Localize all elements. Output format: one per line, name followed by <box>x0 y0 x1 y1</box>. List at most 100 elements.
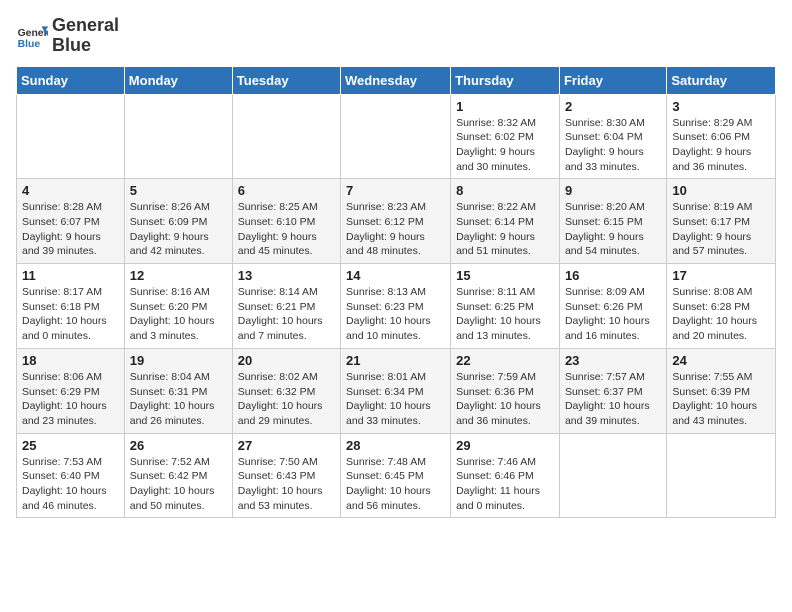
day-number: 8 <box>456 183 554 198</box>
day-info: Sunrise: 8:08 AM Sunset: 6:28 PM Dayligh… <box>672 285 770 344</box>
day-number: 5 <box>130 183 227 198</box>
day-number: 21 <box>346 353 445 368</box>
calendar-cell: 9 Sunrise: 8:20 AM Sunset: 6:15 PM Daylig… <box>559 179 666 264</box>
calendar-cell: 12 Sunrise: 8:16 AM Sunset: 6:20 PM Dayli… <box>124 264 232 349</box>
day-number: 13 <box>238 268 335 283</box>
calendar-cell: 6Sunrise: 8:25 AM Sunset: 6:10 PM Daylig… <box>232 179 340 264</box>
header: General Blue General Blue <box>16 16 776 56</box>
day-info: Sunrise: 8:11 AM Sunset: 6:25 PM Dayligh… <box>456 285 554 344</box>
calendar-cell: 1 Sunrise: 8:32 AM Sunset: 6:02 PM Daylig… <box>451 94 560 179</box>
week-row-5: 25 Sunrise: 7:53 AM Sunset: 6:40 PM Dayli… <box>17 433 776 518</box>
calendar-cell: 16 Sunrise: 8:09 AM Sunset: 6:26 PM Dayli… <box>559 264 666 349</box>
day-number: 9 <box>565 183 661 198</box>
day-info: Sunrise: 8:26 AM Sunset: 6:09 PM Dayligh… <box>130 200 227 259</box>
calendar-cell: 17 Sunrise: 8:08 AM Sunset: 6:28 PM Dayli… <box>667 264 776 349</box>
calendar-cell: 29 Sunrise: 7:46 AM Sunset: 6:46 PM Dayli… <box>451 433 560 518</box>
day-number: 4 <box>22 183 119 198</box>
calendar-cell: 28 Sunrise: 7:48 AM Sunset: 6:45 PM Dayli… <box>341 433 451 518</box>
calendar-cell <box>17 94 125 179</box>
day-number: 28 <box>346 438 445 453</box>
day-number: 7 <box>346 183 445 198</box>
day-info: Sunrise: 7:48 AM Sunset: 6:45 PM Dayligh… <box>346 455 445 514</box>
day-number: 15 <box>456 268 554 283</box>
day-number: 19 <box>130 353 227 368</box>
day-info: Sunrise: 7:59 AM Sunset: 6:36 PM Dayligh… <box>456 370 554 429</box>
day-info: Sunrise: 8:02 AM Sunset: 6:32 PM Dayligh… <box>238 370 335 429</box>
weekday-header-wednesday: Wednesday <box>341 66 451 94</box>
day-number: 14 <box>346 268 445 283</box>
day-number: 12 <box>130 268 227 283</box>
weekday-header-sunday: Sunday <box>17 66 125 94</box>
calendar-cell: 5 Sunrise: 8:26 AM Sunset: 6:09 PM Daylig… <box>124 179 232 264</box>
week-row-1: 1 Sunrise: 8:32 AM Sunset: 6:02 PM Daylig… <box>17 94 776 179</box>
day-info: Sunrise: 7:50 AM Sunset: 6:43 PM Dayligh… <box>238 455 335 514</box>
day-number: 20 <box>238 353 335 368</box>
day-info: Sunrise: 8:13 AM Sunset: 6:23 PM Dayligh… <box>346 285 445 344</box>
calendar-cell <box>124 94 232 179</box>
day-info: Sunrise: 7:52 AM Sunset: 6:42 PM Dayligh… <box>130 455 227 514</box>
calendar-cell: 19 Sunrise: 8:04 AM Sunset: 6:31 PM Dayli… <box>124 348 232 433</box>
day-info: Sunrise: 8:16 AM Sunset: 6:20 PM Dayligh… <box>130 285 227 344</box>
calendar-cell: 25 Sunrise: 7:53 AM Sunset: 6:40 PM Dayli… <box>17 433 125 518</box>
weekday-header-monday: Monday <box>124 66 232 94</box>
day-number: 11 <box>22 268 119 283</box>
calendar-cell: 26 Sunrise: 7:52 AM Sunset: 6:42 PM Dayli… <box>124 433 232 518</box>
day-number: 26 <box>130 438 227 453</box>
calendar-table: SundayMondayTuesdayWednesdayThursdayFrid… <box>16 66 776 519</box>
calendar-cell: 8 Sunrise: 8:22 AM Sunset: 6:14 PM Daylig… <box>451 179 560 264</box>
calendar-cell: 11Sunrise: 8:17 AM Sunset: 6:18 PM Dayli… <box>17 264 125 349</box>
calendar-cell: 24Sunrise: 7:55 AM Sunset: 6:39 PM Dayli… <box>667 348 776 433</box>
svg-text:Blue: Blue <box>18 39 41 50</box>
calendar-cell: 10 Sunrise: 8:19 AM Sunset: 6:17 PM Dayli… <box>667 179 776 264</box>
week-row-2: 4 Sunrise: 8:28 AM Sunset: 6:07 PM Daylig… <box>17 179 776 264</box>
day-number: 27 <box>238 438 335 453</box>
logo-icon: General Blue <box>16 20 48 52</box>
day-info: Sunrise: 8:04 AM Sunset: 6:31 PM Dayligh… <box>130 370 227 429</box>
calendar-cell: 15 Sunrise: 8:11 AM Sunset: 6:25 PM Dayli… <box>451 264 560 349</box>
day-info: Sunrise: 8:29 AM Sunset: 6:06 PM Dayligh… <box>672 116 770 175</box>
day-info: Sunrise: 7:46 AM Sunset: 6:46 PM Dayligh… <box>456 455 554 514</box>
day-number: 17 <box>672 268 770 283</box>
day-number: 25 <box>22 438 119 453</box>
day-number: 18 <box>22 353 119 368</box>
day-info: Sunrise: 8:22 AM Sunset: 6:14 PM Dayligh… <box>456 200 554 259</box>
calendar-cell: 14 Sunrise: 8:13 AM Sunset: 6:23 PM Dayli… <box>341 264 451 349</box>
calendar-cell: 23Sunrise: 7:57 AM Sunset: 6:37 PM Dayli… <box>559 348 666 433</box>
calendar-cell <box>232 94 340 179</box>
calendar-cell: 27 Sunrise: 7:50 AM Sunset: 6:43 PM Dayli… <box>232 433 340 518</box>
day-number: 10 <box>672 183 770 198</box>
day-info: Sunrise: 8:14 AM Sunset: 6:21 PM Dayligh… <box>238 285 335 344</box>
week-row-4: 18 Sunrise: 8:06 AM Sunset: 6:29 PM Dayli… <box>17 348 776 433</box>
day-number: 24 <box>672 353 770 368</box>
weekday-header-friday: Friday <box>559 66 666 94</box>
day-number: 29 <box>456 438 554 453</box>
day-info: Sunrise: 7:53 AM Sunset: 6:40 PM Dayligh… <box>22 455 119 514</box>
calendar-cell: 21 Sunrise: 8:01 AM Sunset: 6:34 PM Dayli… <box>341 348 451 433</box>
day-info: Sunrise: 7:57 AM Sunset: 6:37 PM Dayligh… <box>565 370 661 429</box>
day-info: Sunrise: 8:01 AM Sunset: 6:34 PM Dayligh… <box>346 370 445 429</box>
calendar-cell: 3Sunrise: 8:29 AM Sunset: 6:06 PM Daylig… <box>667 94 776 179</box>
calendar-cell <box>667 433 776 518</box>
weekday-header-tuesday: Tuesday <box>232 66 340 94</box>
calendar-cell: 7Sunrise: 8:23 AM Sunset: 6:12 PM Daylig… <box>341 179 451 264</box>
weekday-header-thursday: Thursday <box>451 66 560 94</box>
day-number: 1 <box>456 99 554 114</box>
calendar-cell: 18 Sunrise: 8:06 AM Sunset: 6:29 PM Dayli… <box>17 348 125 433</box>
calendar-cell: 13 Sunrise: 8:14 AM Sunset: 6:21 PM Dayli… <box>232 264 340 349</box>
day-number: 2 <box>565 99 661 114</box>
day-info: Sunrise: 8:19 AM Sunset: 6:17 PM Dayligh… <box>672 200 770 259</box>
calendar-cell: 20 Sunrise: 8:02 AM Sunset: 6:32 PM Dayli… <box>232 348 340 433</box>
day-number: 22 <box>456 353 554 368</box>
day-info: Sunrise: 8:06 AM Sunset: 6:29 PM Dayligh… <box>22 370 119 429</box>
day-info: Sunrise: 8:20 AM Sunset: 6:15 PM Dayligh… <box>565 200 661 259</box>
day-info: Sunrise: 8:09 AM Sunset: 6:26 PM Dayligh… <box>565 285 661 344</box>
calendar-cell <box>341 94 451 179</box>
weekday-header-row: SundayMondayTuesdayWednesdayThursdayFrid… <box>17 66 776 94</box>
day-number: 16 <box>565 268 661 283</box>
calendar-cell: 2 Sunrise: 8:30 AM Sunset: 6:04 PM Daylig… <box>559 94 666 179</box>
day-info: Sunrise: 8:32 AM Sunset: 6:02 PM Dayligh… <box>456 116 554 175</box>
logo-text-blue: Blue <box>52 36 119 56</box>
day-info: Sunrise: 8:28 AM Sunset: 6:07 PM Dayligh… <box>22 200 119 259</box>
calendar-cell: 4 Sunrise: 8:28 AM Sunset: 6:07 PM Daylig… <box>17 179 125 264</box>
day-info: Sunrise: 8:30 AM Sunset: 6:04 PM Dayligh… <box>565 116 661 175</box>
